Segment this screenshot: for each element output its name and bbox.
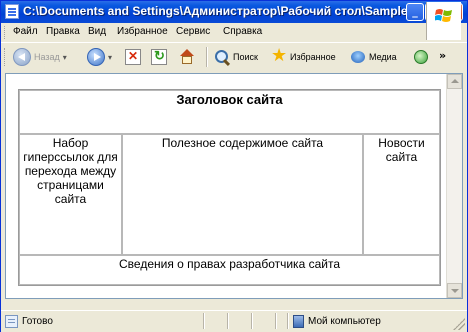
- standard-toolbar: Назад ▾ ▾ Поиск Избранное Медиа: [1, 43, 433, 71]
- stop-icon: [125, 49, 141, 65]
- star-icon: [271, 45, 287, 66]
- zone-text: Мой компьютер: [308, 316, 381, 327]
- scroll-down-button[interactable]: [447, 283, 462, 298]
- menu-favorites[interactable]: Избранное: [117, 26, 168, 37]
- media-label: Медиа: [369, 52, 397, 62]
- status-divider: [251, 313, 253, 329]
- browser-window: C:\Documents and Settings\Администратор\…: [0, 0, 468, 332]
- toolbar-grip[interactable]: [4, 48, 8, 66]
- back-button[interactable]: Назад ▾: [13, 46, 67, 68]
- search-icon: [214, 49, 230, 65]
- menu-help[interactable]: Справка: [223, 26, 262, 37]
- menu-edit[interactable]: Правка: [46, 26, 80, 37]
- history-icon: [413, 49, 429, 65]
- vertical-scrollbar[interactable]: [446, 74, 462, 298]
- computer-icon: [293, 315, 304, 328]
- menu-file[interactable]: Файл: [13, 26, 38, 37]
- scroll-up-button[interactable]: [447, 74, 462, 89]
- forward-button[interactable]: ▾: [87, 46, 112, 68]
- windows-flag-icon: [435, 9, 452, 22]
- security-zone: Мой компьютер: [293, 315, 381, 328]
- menu-bar: Файл Правка Вид Избранное Сервис Справка: [1, 23, 467, 43]
- favorites-label: Избранное: [290, 52, 336, 62]
- minimize-button[interactable]: _: [406, 3, 424, 21]
- favorites-button[interactable]: Избранное: [271, 45, 336, 68]
- status-divider: [227, 313, 229, 329]
- status-bar: Готово Мой компьютер: [1, 310, 467, 332]
- site-header-cell: Заголовок сайта: [19, 90, 440, 134]
- nav-cell: Набор гиперссылок для перехода между стр…: [19, 134, 122, 255]
- home-icon: [178, 49, 194, 65]
- back-dropdown-icon[interactable]: ▾: [63, 53, 67, 62]
- status-text: Готово: [22, 316, 53, 327]
- status-divider: [203, 313, 205, 329]
- menu-tools[interactable]: Сервис: [176, 26, 210, 37]
- refresh-button[interactable]: [151, 46, 167, 68]
- windows-logo: [426, 2, 461, 40]
- footer-cell: Сведения о правах разработчика сайта: [19, 255, 440, 285]
- page-icon: [5, 315, 18, 328]
- window-title: C:\Documents and Settings\Администратор\…: [23, 4, 411, 18]
- search-label: Поиск: [233, 52, 258, 62]
- toolbar-more-chevron[interactable]: »: [439, 49, 446, 62]
- status-divider: [287, 313, 289, 329]
- forward-arrow-icon: [87, 48, 105, 66]
- web-page: Заголовок сайта Набор гиперссылок для пе…: [6, 74, 447, 298]
- news-cell: Новости сайта: [363, 134, 440, 255]
- status-divider: [275, 313, 277, 329]
- media-icon: [350, 49, 366, 65]
- history-button[interactable]: [413, 46, 429, 68]
- main-content-cell: Полезное содержимое сайта: [122, 134, 363, 255]
- back-arrow-icon: [13, 48, 31, 66]
- menu-grip[interactable]: [4, 26, 8, 39]
- home-button[interactable]: [178, 46, 194, 68]
- title-bar[interactable]: C:\Documents and Settings\Администратор\…: [1, 1, 467, 23]
- site-layout-table: Заголовок сайта Набор гиперссылок для пе…: [18, 89, 441, 286]
- document-icon: [5, 4, 19, 19]
- resize-grip[interactable]: [453, 318, 465, 330]
- content-area: Заголовок сайта Набор гиперссылок для пе…: [5, 73, 463, 299]
- refresh-icon: [151, 48, 167, 65]
- back-label: Назад: [34, 52, 60, 62]
- forward-dropdown-icon[interactable]: ▾: [108, 53, 112, 62]
- status-ready: Готово: [5, 315, 53, 328]
- stop-button[interactable]: [125, 46, 141, 68]
- toolbar-separator: [206, 47, 208, 67]
- search-button[interactable]: Поиск: [214, 46, 258, 68]
- media-button[interactable]: Медиа: [350, 46, 397, 68]
- menu-view[interactable]: Вид: [88, 26, 106, 37]
